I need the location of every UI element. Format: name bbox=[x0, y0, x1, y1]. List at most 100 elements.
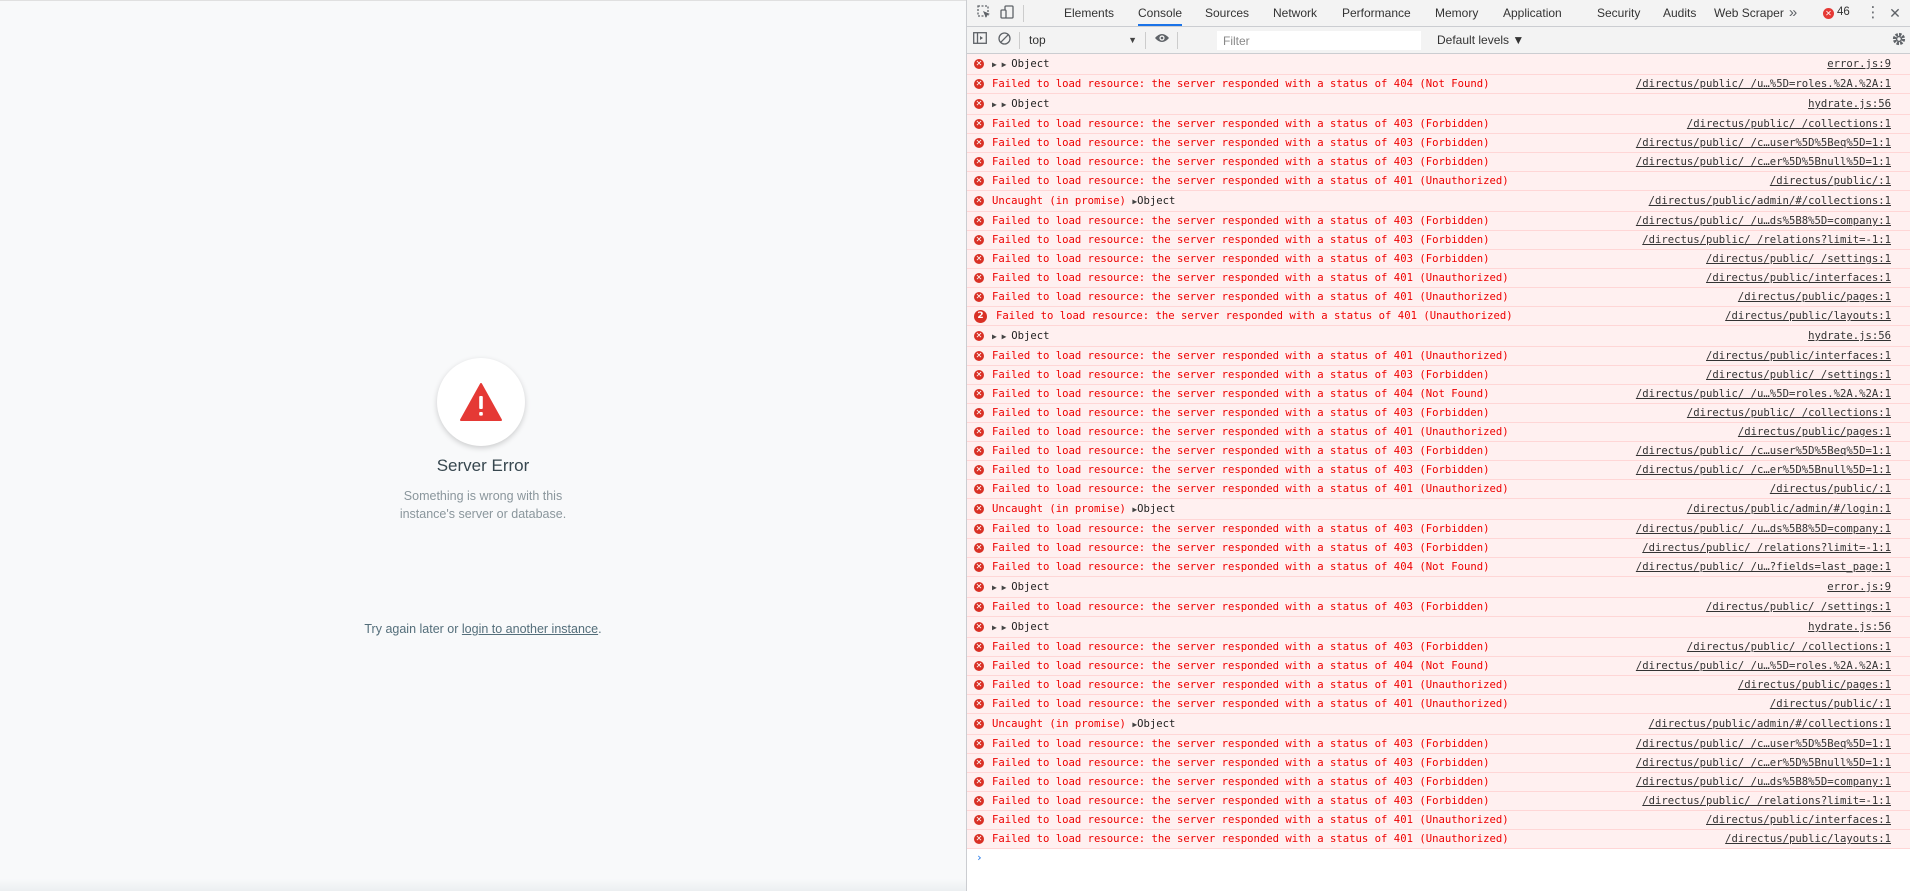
devtools-panel: Elements Console Sources Network Performance… bbox=[966, 0, 1910, 891]
expand-arrow-icon[interactable]: ▶ ▶ bbox=[992, 100, 1011, 109]
console-message-text[interactable]: Uncaught (in promise) ▶Object bbox=[992, 718, 1175, 730]
source-link[interactable]: hydrate.js:56 bbox=[1808, 98, 1891, 110]
source-link[interactable]: /directus/public/ /c…er%5D%5Bnull%5D=1:1 bbox=[1636, 156, 1891, 168]
source-link[interactable]: /directus/public/ /c…er%5D%5Bnull%5D=1:1 bbox=[1636, 757, 1891, 769]
context-selector[interactable]: top ▼ bbox=[1027, 31, 1139, 49]
source-link[interactable]: /directus/public/layouts:1 bbox=[1725, 833, 1891, 845]
log-levels-dropdown[interactable]: Default levels ▼ bbox=[1437, 31, 1524, 49]
tab-network[interactable]: Network bbox=[1273, 0, 1317, 26]
console-message-text[interactable]: Uncaught (in promise) ▶Object bbox=[992, 195, 1175, 207]
source-link[interactable]: hydrate.js:56 bbox=[1808, 621, 1891, 633]
sidebar-toggle-icon[interactable] bbox=[972, 32, 988, 48]
source-link[interactable]: /directus/public/ /u…?fields=last_page:1 bbox=[1636, 561, 1891, 573]
console-message-text: Failed to load resource: the server resp… bbox=[992, 350, 1509, 362]
object-label[interactable]: Object bbox=[1011, 581, 1049, 593]
error-count-badge[interactable]: ✕ 46 bbox=[1823, 6, 1850, 19]
more-tabs-icon[interactable]: » bbox=[1785, 5, 1801, 21]
filter-input[interactable] bbox=[1217, 31, 1421, 50]
close-devtools-icon[interactable]: ✕ bbox=[1887, 5, 1903, 21]
source-link[interactable]: /directus/public/:1 bbox=[1770, 698, 1891, 710]
console-message-text[interactable]: ▶ ▶ Object bbox=[992, 98, 1050, 110]
tab-web-scraper[interactable]: Web Scraper bbox=[1714, 0, 1784, 26]
source-link[interactable]: /directus/public/admin/#/collections:1 bbox=[1649, 718, 1891, 730]
repeat-count-badge: 2 bbox=[974, 310, 987, 323]
source-link[interactable]: /directus/public/pages:1 bbox=[1738, 291, 1891, 303]
source-link[interactable]: /directus/public/ /u…%5D=roles.%2A.%2A:1 bbox=[1636, 78, 1891, 90]
console-output[interactable]: ✕ ▶ ▶ Object error.js:9 ✕ Failed to load res… bbox=[967, 54, 1910, 891]
source-link[interactable]: /directus/public/pages:1 bbox=[1738, 679, 1891, 691]
source-link[interactable]: /directus/public/ /relations?limit=-1:1 bbox=[1642, 542, 1891, 554]
source-link[interactable]: /directus/public/ /settings:1 bbox=[1706, 369, 1891, 381]
console-message-text[interactable]: ▶ ▶ Object bbox=[992, 58, 1050, 70]
source-link[interactable]: hydrate.js:56 bbox=[1808, 330, 1891, 342]
source-link[interactable]: /directus/public/ /c…er%5D%5Bnull%5D=1:1 bbox=[1636, 464, 1891, 476]
object-label[interactable]: Object bbox=[1011, 621, 1049, 633]
source-link[interactable]: /directus/public/ /c…user%5D%5Beq%5D=1:1 bbox=[1636, 137, 1891, 149]
tab-security[interactable]: Security bbox=[1597, 0, 1640, 26]
source-link[interactable]: error.js:9 bbox=[1827, 581, 1891, 593]
source-link[interactable]: /directus/public/ /u…%5D=roles.%2A.%2A:1 bbox=[1636, 660, 1891, 672]
live-expression-icon[interactable] bbox=[1154, 32, 1170, 48]
console-message-text[interactable]: ▶ ▶ Object bbox=[992, 330, 1050, 342]
object-label[interactable]: Object bbox=[1137, 503, 1175, 515]
expand-arrow-icon[interactable]: ▶ ▶ bbox=[992, 60, 1011, 69]
console-message-text[interactable]: ▶ ▶ Object bbox=[992, 621, 1050, 633]
source-link[interactable]: /directus/public/:1 bbox=[1770, 175, 1891, 187]
device-toggle-icon[interactable] bbox=[999, 5, 1015, 21]
settings-gear-icon[interactable] bbox=[1891, 32, 1907, 48]
console-message: ✕ ▶ ▶ Object hydrate.js:56 bbox=[967, 94, 1910, 115]
error-circle-icon: ✕ bbox=[974, 777, 984, 787]
object-label[interactable]: Object bbox=[1011, 98, 1049, 110]
source-link[interactable]: /directus/public/layouts:1 bbox=[1725, 310, 1891, 322]
tab-sources[interactable]: Sources bbox=[1205, 0, 1249, 26]
source-link[interactable]: /directus/public/ /u…ds%5B8%5D=company:1 bbox=[1636, 776, 1891, 788]
console-message: ✕ Failed to load resource: the server res… bbox=[967, 172, 1910, 191]
object-label[interactable]: Object bbox=[1137, 195, 1175, 207]
clear-console-icon[interactable] bbox=[996, 32, 1012, 48]
object-label[interactable]: Object bbox=[1011, 58, 1049, 70]
tab-console[interactable]: Console bbox=[1138, 0, 1183, 26]
console-message-text[interactable]: Uncaught (in promise) ▶Object bbox=[992, 503, 1175, 515]
expand-arrow-icon[interactable]: ▶ ▶ bbox=[992, 332, 1011, 341]
source-link[interactable]: /directus/public/ /u…ds%5B8%5D=company:1 bbox=[1636, 215, 1891, 227]
source-link[interactable]: /directus/public/ /relations?limit=-1:1 bbox=[1642, 795, 1891, 807]
source-link[interactable]: /directus/public/ /u…%5D=roles.%2A.%2A:1 bbox=[1636, 388, 1891, 400]
more-options-icon[interactable]: ⋮ bbox=[1865, 5, 1881, 21]
source-link[interactable]: /directus/public/pages:1 bbox=[1738, 426, 1891, 438]
error-badge bbox=[437, 358, 525, 446]
source-link[interactable]: /directus/public/interfaces:1 bbox=[1706, 350, 1891, 362]
source-link[interactable]: /directus/public/admin/#/collections:1 bbox=[1649, 195, 1891, 207]
error-circle-icon: ✕ bbox=[974, 254, 984, 264]
source-link[interactable]: /directus/public/ /c…user%5D%5Beq%5D=1:1 bbox=[1636, 738, 1891, 750]
console-prompt[interactable]: › bbox=[967, 849, 1910, 867]
console-message-text[interactable]: ▶ ▶ Object bbox=[992, 581, 1050, 593]
tab-performance[interactable]: Performance bbox=[1342, 0, 1411, 26]
tab-elements[interactable]: Elements bbox=[1064, 0, 1114, 26]
console-message: ✕ Failed to load resource: the server res… bbox=[967, 461, 1910, 480]
tab-memory[interactable]: Memory bbox=[1435, 0, 1478, 26]
expand-arrow-icon[interactable]: ▶ ▶ bbox=[992, 583, 1011, 592]
source-link[interactable]: error.js:9 bbox=[1827, 58, 1891, 70]
source-link[interactable]: /directus/public/ /collections:1 bbox=[1687, 641, 1891, 653]
source-link[interactable]: /directus/public/:1 bbox=[1770, 483, 1891, 495]
source-link[interactable]: /directus/public/ /settings:1 bbox=[1706, 601, 1891, 613]
object-label[interactable]: Object bbox=[1137, 718, 1175, 730]
source-link[interactable]: /directus/public/interfaces:1 bbox=[1706, 814, 1891, 826]
tab-application[interactable]: Application bbox=[1503, 0, 1562, 26]
source-link[interactable]: /directus/public/ /c…user%5D%5Beq%5D=1:1 bbox=[1636, 445, 1891, 457]
expand-arrow-icon[interactable]: ▶ ▶ bbox=[992, 623, 1011, 632]
login-another-instance-link[interactable]: login to another instance bbox=[462, 622, 598, 636]
source-link[interactable]: /directus/public/ /collections:1 bbox=[1687, 407, 1891, 419]
source-link[interactable]: /directus/public/admin/#/login:1 bbox=[1687, 503, 1891, 515]
console-message: ✕ Failed to load resource: the server res… bbox=[967, 250, 1910, 269]
error-circle-icon: ✕ bbox=[974, 465, 984, 475]
source-link[interactable]: /directus/public/ /u…ds%5B8%5D=company:1 bbox=[1636, 523, 1891, 535]
console-message: ✕ Uncaught (in promise) ▶Object/directus/… bbox=[967, 499, 1910, 520]
tab-audits[interactable]: Audits bbox=[1663, 0, 1696, 26]
inspect-icon[interactable] bbox=[976, 5, 992, 21]
source-link[interactable]: /directus/public/ /settings:1 bbox=[1706, 253, 1891, 265]
source-link[interactable]: /directus/public/ /collections:1 bbox=[1687, 118, 1891, 130]
source-link[interactable]: /directus/public/interfaces:1 bbox=[1706, 272, 1891, 284]
source-link[interactable]: /directus/public/ /relations?limit=-1:1 bbox=[1642, 234, 1891, 246]
object-label[interactable]: Object bbox=[1011, 330, 1049, 342]
